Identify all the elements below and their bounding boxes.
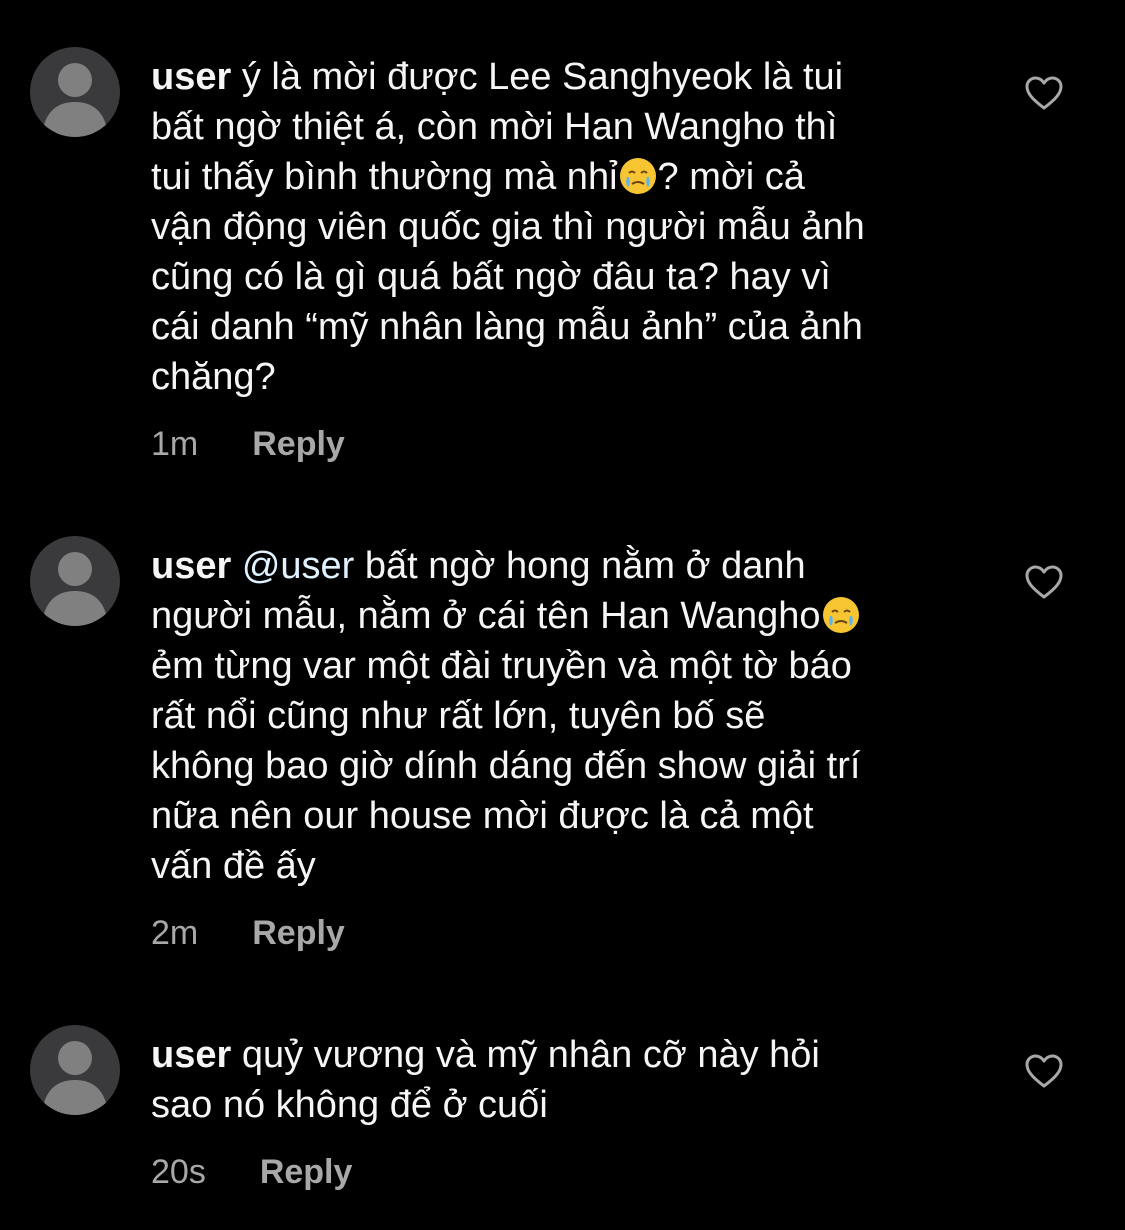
heart-outline-icon[interactable]	[1024, 1053, 1064, 1089]
comment-text-line: quỷ vương và mỹ nhân cỡ này hỏi	[231, 1034, 820, 1076]
default-avatar-icon	[42, 552, 108, 626]
comment-text-line: rất nổi cũng như rất lớn, tuyên bố sẽ	[151, 695, 766, 737]
comment-timestamp: 1m	[151, 425, 199, 463]
comment-text-line: người mẫu, nằm ở cái tên Han Wangho	[151, 595, 821, 637]
comment-text: user @user bất ngờ hong nằm ở danh người…	[151, 541, 981, 891]
comment-text: user quỷ vương và mỹ nhân cỡ này hỏi sao…	[151, 1030, 981, 1130]
default-avatar-icon	[42, 1041, 108, 1115]
comment-text-line: bất ngờ thiệt á, còn mời Han Wangho thì	[151, 106, 838, 148]
avatar[interactable]	[30, 47, 120, 137]
reply-button[interactable]: Reply	[260, 1152, 353, 1192]
comment-text-line: nữa nên our house mời được là cả một	[151, 795, 814, 837]
comment-text-line: cũng có là gì quá bất ngờ đâu ta? hay vì	[151, 256, 831, 298]
comment-username[interactable]: user	[151, 545, 231, 587]
comment-text-line: cái danh “mỹ nhân làng mẫu ảnh” của ảnh	[151, 306, 863, 348]
comment-meta: 2m Reply	[151, 913, 981, 953]
heart-outline-icon[interactable]	[1024, 564, 1064, 600]
comment-username[interactable]: user	[151, 1034, 231, 1076]
comment-text-line: không bao giờ dính dáng đến show giải tr…	[151, 745, 861, 787]
heart-outline-icon[interactable]	[1024, 75, 1064, 111]
comment-timestamp: 20s	[151, 1153, 206, 1191]
reply-button[interactable]: Reply	[252, 913, 345, 953]
comment-meta: 1m Reply	[151, 424, 981, 464]
comment-text-line: ẻm từng var một đài truyền và một tờ báo	[151, 645, 852, 687]
avatar[interactable]	[30, 536, 120, 626]
comment-text-line: ? mời cả	[657, 156, 805, 198]
comment-text-line: vấn đề ấy	[151, 845, 316, 887]
comment-text-line: ý là mời được Lee Sanghyeok là tui	[231, 56, 844, 98]
comment-text-line: tui thấy bình thường mà nhỉ	[151, 156, 618, 198]
comment-text-line: chăng?	[151, 356, 276, 398]
comment-meta: 20s Reply	[151, 1152, 981, 1192]
face-holding-back-tears-emoji-icon	[619, 158, 656, 194]
comment-text-line: sao nó không để ở cuối	[151, 1084, 548, 1126]
avatar[interactable]	[30, 1025, 120, 1115]
comment-username[interactable]: user	[151, 56, 231, 98]
comment-text-line: vận động viên quốc gia thì người mẫu ảnh	[151, 206, 865, 248]
mention-link[interactable]: @user	[242, 545, 355, 587]
comment-text-line: bất ngờ hong nằm ở danh	[354, 545, 806, 587]
reply-button[interactable]: Reply	[252, 424, 345, 464]
comment-text: user ý là mời được Lee Sanghyeok là tui …	[151, 52, 981, 402]
default-avatar-icon	[42, 63, 108, 137]
face-holding-back-tears-emoji-icon	[822, 597, 859, 633]
comment-timestamp: 2m	[151, 914, 199, 952]
